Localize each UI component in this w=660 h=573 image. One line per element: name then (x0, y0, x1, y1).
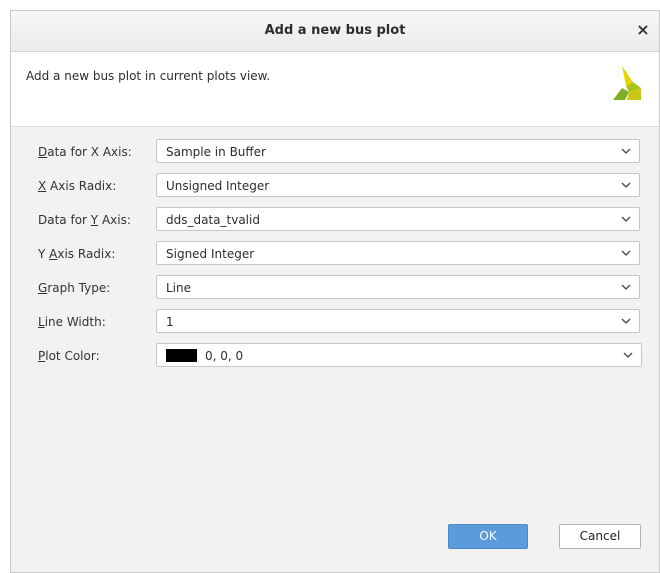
row-line-width: Line Width: 1 (11, 309, 659, 335)
x-axis-radix-label: X Axis Radix: (38, 179, 117, 193)
dialog-footer: OK Cancel (11, 512, 659, 572)
data-y-axis-select[interactable]: dds_data_tvalid (156, 207, 640, 231)
ok-button[interactable]: OK (448, 524, 528, 549)
add-bus-plot-dialog: Add a new bus plot × Add a new bus plot … (10, 10, 660, 573)
line-width-value: 1 (166, 315, 174, 329)
plot-color-select[interactable]: 0, 0, 0 (156, 343, 642, 367)
chevron-down-icon (623, 352, 633, 358)
row-x-axis-radix: X Axis Radix: Unsigned Integer (11, 173, 659, 199)
x-axis-radix-select[interactable]: Unsigned Integer (156, 173, 640, 197)
data-y-axis-label: Data for Y Axis: (38, 213, 131, 227)
chevron-down-icon (621, 148, 631, 154)
y-axis-radix-value: Signed Integer (166, 247, 255, 261)
title-bar: Add a new bus plot × (11, 11, 659, 52)
row-data-y-axis: Data for Y Axis: dds_data_tvalid (11, 207, 659, 233)
row-plot-color: Plot Color: 0, 0, 0 (11, 343, 659, 369)
row-graph-type: Graph Type: Line (11, 275, 659, 301)
chevron-down-icon (621, 318, 631, 324)
line-width-label: Line Width: (38, 315, 106, 329)
color-swatch (166, 349, 197, 362)
cancel-button[interactable]: Cancel (559, 524, 641, 549)
plot-color-label: Plot Color: (38, 349, 100, 363)
data-x-axis-value: Sample in Buffer (166, 145, 266, 159)
close-icon[interactable]: × (635, 21, 651, 39)
graph-type-value: Line (166, 281, 192, 295)
x-axis-radix-value: Unsigned Integer (166, 179, 270, 193)
y-axis-radix-select[interactable]: Signed Integer (156, 241, 640, 265)
row-y-axis-radix: Y Axis Radix: Signed Integer (11, 241, 659, 267)
vivado-logo-icon (613, 66, 641, 100)
row-data-x-axis: Data for X Axis: Sample in Buffer (11, 139, 659, 165)
chevron-down-icon (621, 284, 631, 290)
dialog-description: Add a new bus plot in current plots view… (26, 69, 271, 83)
dialog-title: Add a new bus plot (264, 23, 406, 38)
graph-type-label: Graph Type: (38, 281, 111, 295)
chevron-down-icon (621, 250, 631, 256)
description-banner: Add a new bus plot in current plots view… (11, 52, 659, 127)
graph-type-select[interactable]: Line (156, 275, 640, 299)
line-width-select[interactable]: 1 (156, 309, 640, 333)
chevron-down-icon (621, 216, 631, 222)
data-x-axis-select[interactable]: Sample in Buffer (156, 139, 640, 163)
data-x-axis-label: Data for X Axis: (38, 145, 132, 159)
chevron-down-icon (621, 182, 631, 188)
plot-color-value: 0, 0, 0 (205, 349, 244, 363)
data-y-axis-value: dds_data_tvalid (166, 213, 260, 227)
y-axis-radix-label: Y Axis Radix: (38, 247, 116, 261)
